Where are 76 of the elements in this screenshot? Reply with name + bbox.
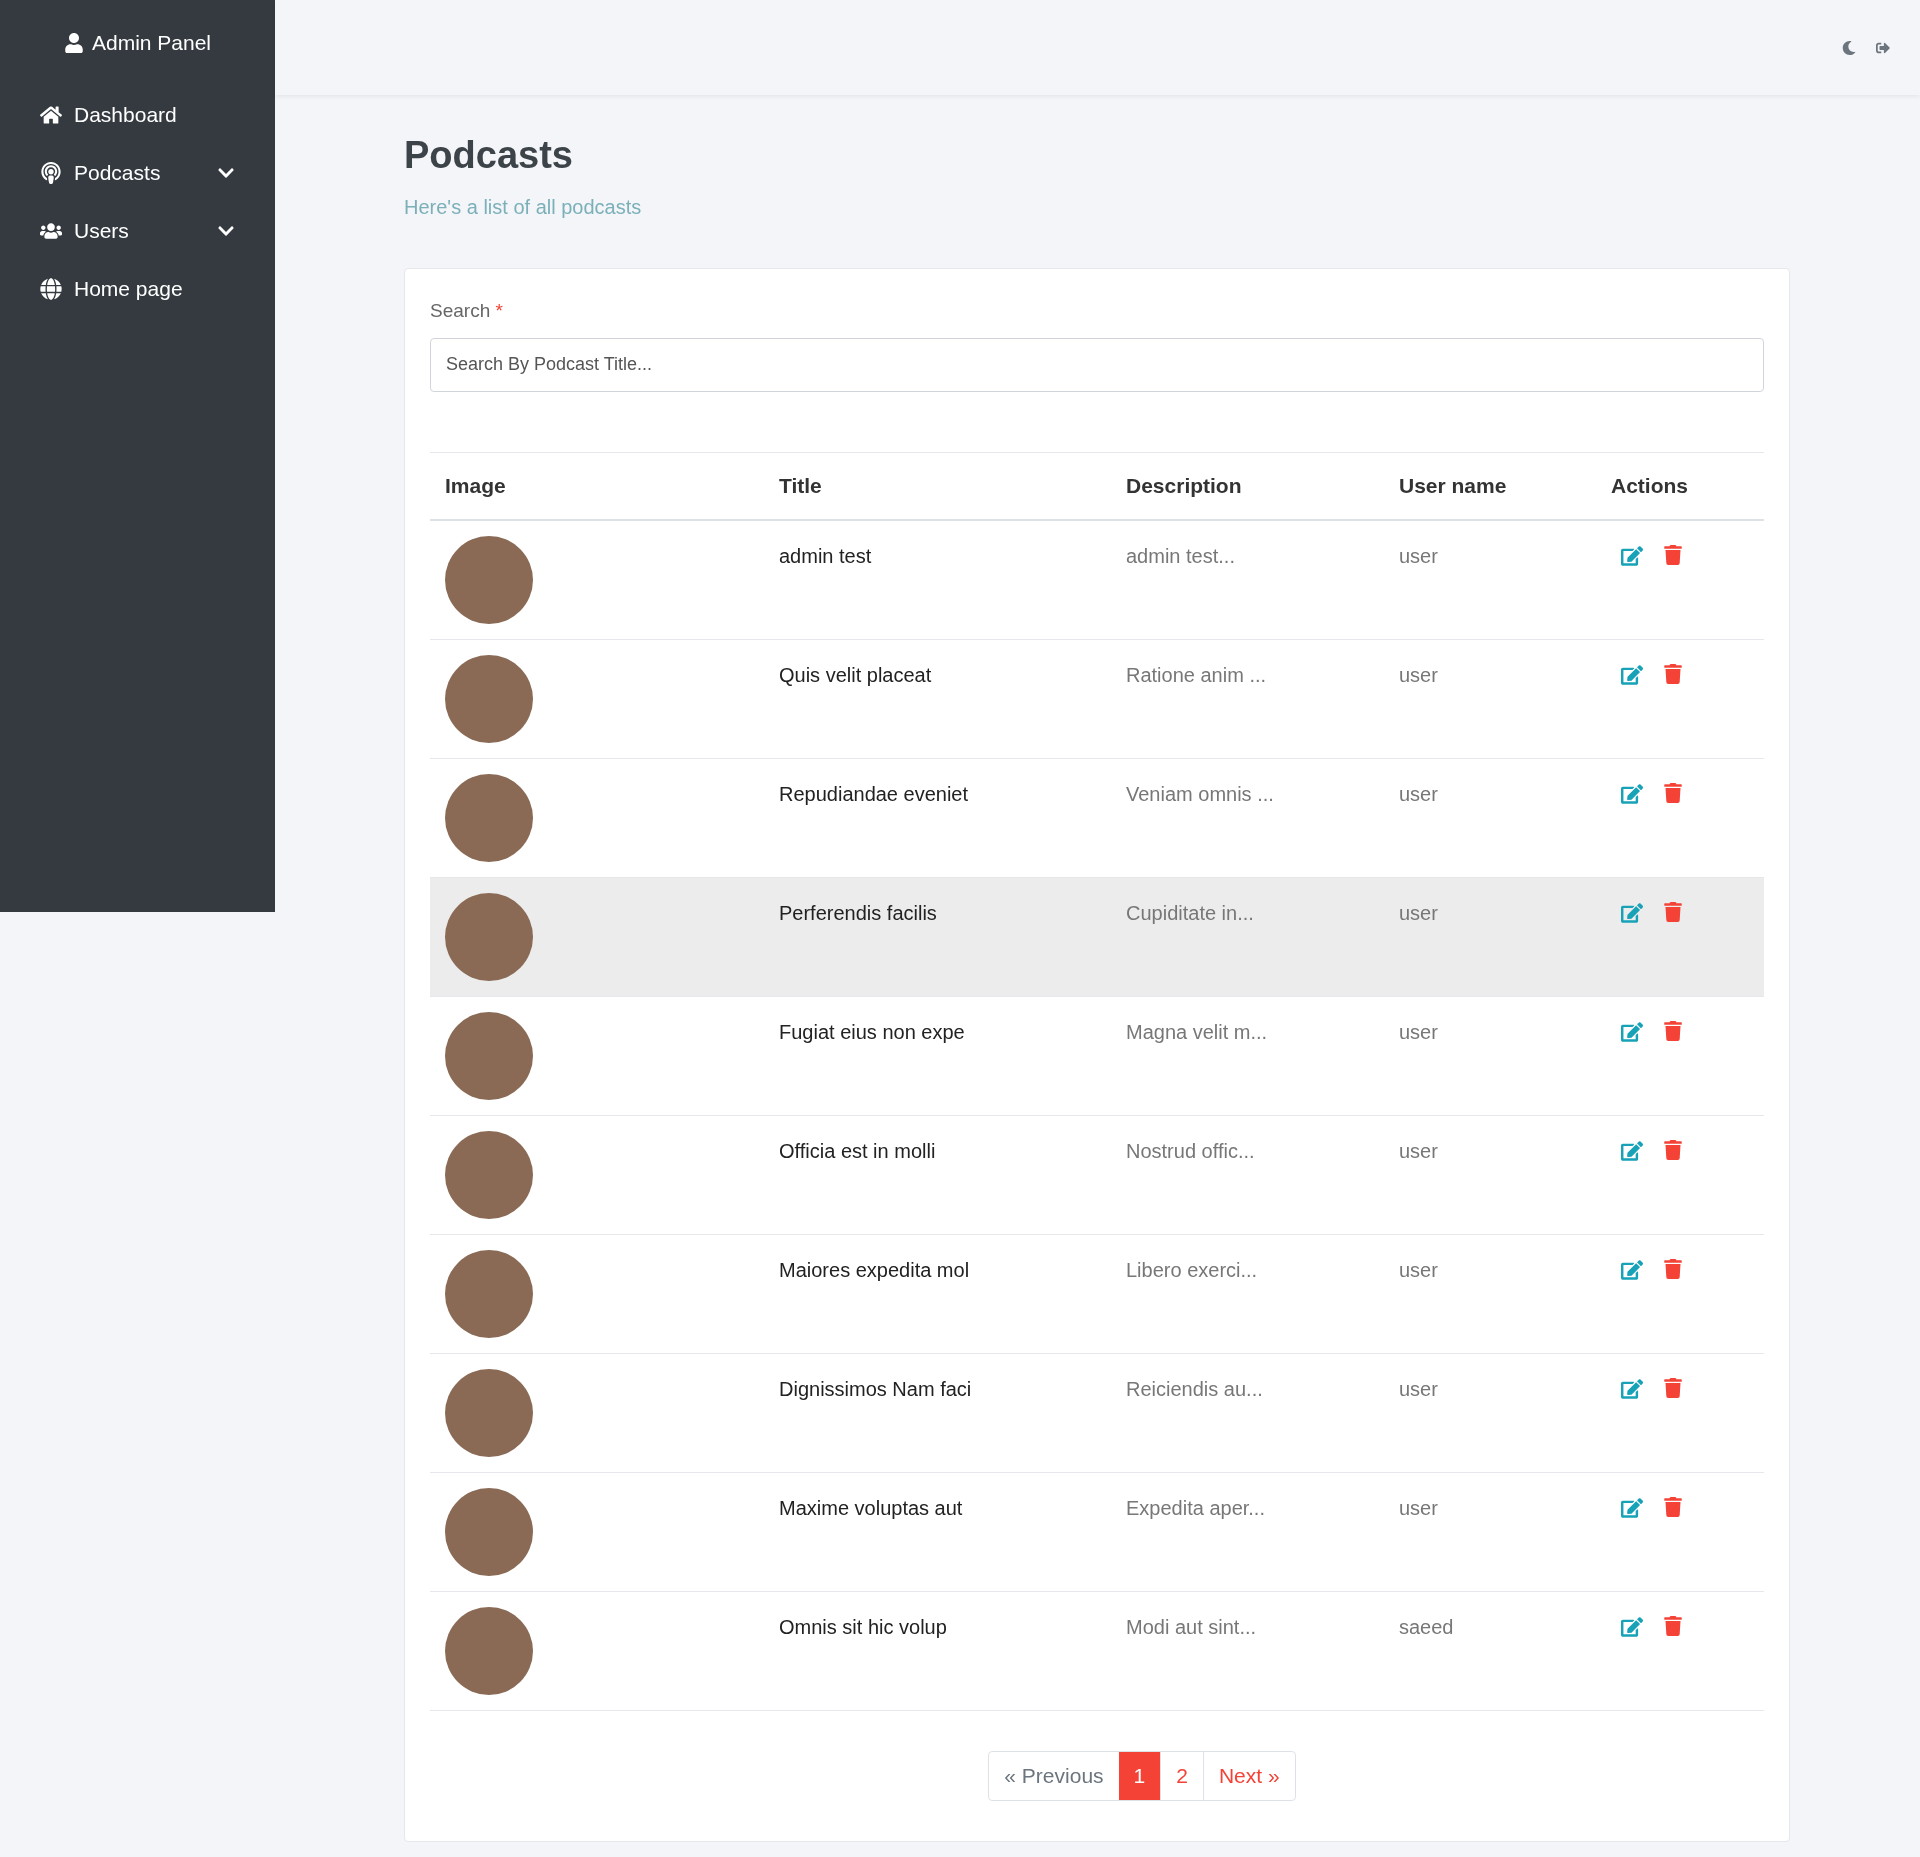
edit-icon[interactable] (1621, 1378, 1643, 1400)
user-name: user (1399, 902, 1438, 924)
podcast-description: Libero exerci... (1126, 1259, 1258, 1281)
edit-icon[interactable] (1621, 902, 1643, 924)
column-header: Title (764, 452, 1111, 520)
page-title: Podcasts (404, 133, 574, 178)
delete-icon[interactable] (1663, 1021, 1683, 1041)
search-field[interactable]: Search By Podcast Title... (430, 337, 1764, 392)
delete-icon[interactable] (1663, 902, 1683, 922)
edit-icon[interactable] (1621, 545, 1643, 567)
user-icon (63, 33, 84, 53)
search-label: Search (430, 300, 491, 321)
logout-icon[interactable] (1876, 40, 1890, 55)
delete-icon[interactable] (1663, 664, 1683, 684)
podcast-description: Veniam omnis ... (1126, 783, 1274, 805)
podcast-description: Reiciendis au... (1126, 1378, 1263, 1400)
delete-icon[interactable] (1663, 1259, 1683, 1279)
user-name: user (1399, 664, 1438, 686)
edit-icon[interactable] (1621, 1616, 1643, 1638)
sidebar-title: Admin Panel (91, 30, 212, 57)
podcast-title: Fugiat eius non expe (779, 1021, 965, 1043)
edit-icon[interactable] (1621, 664, 1643, 686)
podcast-title: admin test (779, 545, 872, 567)
podcast-icon (40, 162, 62, 184)
user-name: user (1399, 1259, 1438, 1281)
edit-icon[interactable] (1621, 783, 1643, 805)
user-name: user (1399, 783, 1438, 805)
globe-icon (40, 278, 62, 300)
column-header: Image (430, 452, 764, 520)
column-header: Description (1111, 452, 1384, 520)
podcast-description: Magna velit m... (1126, 1021, 1268, 1043)
delete-icon[interactable] (1663, 1616, 1683, 1636)
edit-icon[interactable] (1621, 1021, 1643, 1043)
sidebar-item[interactable]: Home page (0, 260, 275, 318)
podcast-title: Repudiandae eveniet (779, 783, 969, 805)
podcast-title: Quis velit placeat (779, 664, 932, 686)
home-icon (40, 104, 62, 126)
podcast-title: Dignissimos Nam faci (779, 1378, 972, 1400)
users-icon (40, 220, 62, 242)
user-name: user (1399, 1378, 1438, 1400)
previous-link[interactable]: « Previous (989, 1752, 1119, 1800)
podcast-title: Perferendis facilis (779, 902, 937, 924)
podcast-title: Maxime voluptas aut (779, 1497, 963, 1519)
delete-icon[interactable] (1663, 783, 1683, 803)
sidebar-item[interactable]: Podcasts (0, 144, 275, 202)
sidebar-item[interactable]: Users (0, 202, 275, 260)
user-name: saeed (1399, 1616, 1454, 1638)
podcast-title: Maiores expedita mol (779, 1259, 970, 1281)
page-subtitle: Here's a list of all podcasts (404, 195, 643, 220)
delete-icon[interactable] (1663, 1497, 1683, 1517)
dark-mode-icon[interactable] (1842, 40, 1856, 55)
user-name: user (1399, 1140, 1438, 1162)
sidebar-item[interactable]: Dashboard (0, 86, 275, 144)
podcast-description: Cupiditate in... (1126, 902, 1254, 924)
podcast-title: Omnis sit hic volup (779, 1616, 947, 1638)
podcast-description: Ratione anim ... (1126, 664, 1267, 686)
edit-icon[interactable] (1621, 1497, 1643, 1519)
user-name: user (1399, 545, 1438, 567)
page-link[interactable]: 2 (1161, 1752, 1204, 1800)
next-link[interactable]: Next » (1203, 1752, 1295, 1800)
page-link[interactable]: 1 (1118, 1752, 1162, 1800)
column-header: User name (1384, 452, 1596, 520)
delete-icon[interactable] (1663, 1378, 1683, 1398)
podcast-description: Nostrud offic... (1126, 1140, 1255, 1162)
required-mark: * (495, 300, 503, 321)
delete-icon[interactable] (1663, 1140, 1683, 1160)
podcast-description: Expedita aper... (1126, 1497, 1265, 1519)
user-name: user (1399, 1021, 1438, 1043)
edit-icon[interactable] (1621, 1259, 1643, 1281)
delete-icon[interactable] (1663, 545, 1683, 565)
podcast-description: admin test... (1126, 545, 1235, 567)
user-name: user (1399, 1497, 1438, 1519)
column-header: Actions (1596, 452, 1764, 520)
podcast-title: Officia est in molli (779, 1140, 936, 1162)
podcast-description: Modi aut sint... (1126, 1616, 1257, 1638)
edit-icon[interactable] (1621, 1140, 1643, 1162)
